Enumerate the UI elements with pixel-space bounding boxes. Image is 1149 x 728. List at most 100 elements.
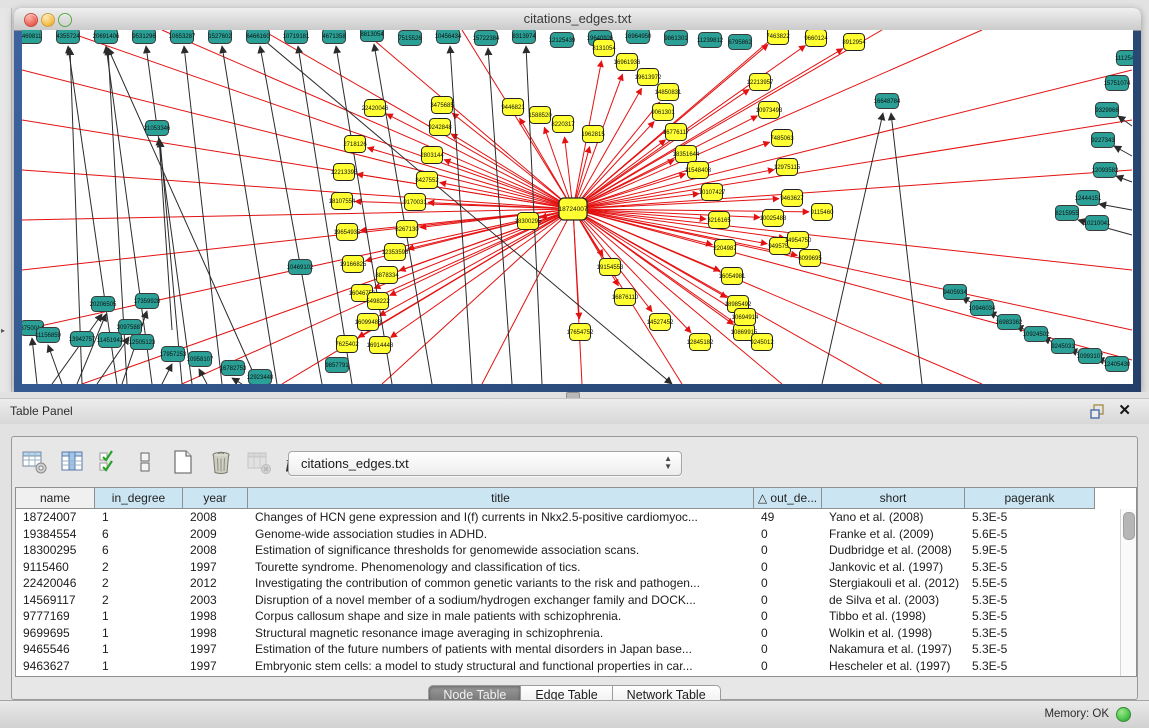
cited-node[interactable]: 9115460	[811, 204, 835, 221]
table-row[interactable]: 1830029562008Estimation of significance …	[16, 542, 1121, 559]
scrollbar-thumb[interactable]	[1123, 512, 1135, 540]
cited-node[interactable]: 18107554	[329, 193, 356, 210]
citation-node[interactable]: 20206505	[90, 297, 117, 312]
citation-node[interactable]: 17359928	[134, 294, 161, 309]
citation-node[interactable]: 21053346	[144, 121, 171, 136]
table-row[interactable]: 946554611997Estimation of the future num…	[16, 641, 1121, 658]
column-header-name[interactable]: name	[16, 488, 95, 509]
citation-node[interactable]: 8813054	[360, 30, 384, 42]
citation-node[interactable]: 10210041	[1084, 216, 1111, 231]
citation-node[interactable]: 30975887	[117, 320, 144, 335]
cited-node[interactable]: 12213957	[747, 74, 774, 91]
cited-node[interactable]: 19166825	[340, 256, 367, 273]
cited-node[interactable]: 8267130	[395, 221, 419, 238]
citation-node[interactable]: 6466160	[246, 30, 270, 44]
cited-node[interactable]: 9170031	[403, 194, 427, 211]
citation-node[interactable]: 9227343	[1091, 133, 1115, 148]
table-row[interactable]: 1872400712008Changes of HCN gene express…	[16, 509, 1121, 526]
citation-node[interactable]: 6795862	[728, 35, 752, 50]
select-columns-icon[interactable]	[60, 449, 86, 475]
cited-node[interactable]: 17654752	[567, 324, 594, 341]
citation-node[interactable]: 9857791	[325, 358, 349, 373]
citation-node[interactable]: 16782753	[220, 361, 247, 376]
column-header-in_degree[interactable]: in_degree	[95, 488, 183, 509]
cited-node[interactable]: 10025488	[760, 210, 787, 227]
cited-node[interactable]: 12353593	[382, 244, 409, 261]
citation-node[interactable]: 4355724	[56, 30, 80, 44]
cited-node[interactable]: 1962815	[581, 126, 605, 143]
citation-node[interactable]: 9329966	[1095, 103, 1119, 118]
cited-node[interactable]: 16054981	[719, 268, 746, 285]
citation-node[interactable]: 11451942	[97, 333, 124, 348]
cited-node[interactable]: 8427552	[415, 172, 439, 189]
citation-node[interactable]: 9861301	[664, 31, 688, 46]
citation-node[interactable]: 11125439	[1115, 51, 1133, 66]
citation-node[interactable]: 10653287	[169, 30, 196, 44]
cited-node[interactable]: 7463822	[766, 30, 790, 45]
citation-node[interactable]: 15751074	[1104, 76, 1131, 91]
citation-node[interactable]: 16648784	[874, 94, 901, 109]
citation-node[interactable]: 13942757	[69, 332, 96, 347]
table-row[interactable]: 969969511998Structural magnetic resonanc…	[16, 625, 1121, 642]
citation-node[interactable]: 8215955	[1055, 206, 1079, 221]
citation-node[interactable]: 8313974	[512, 30, 536, 44]
citation-node[interactable]: 12405430	[1104, 357, 1131, 372]
cited-node[interactable]: 12975115	[774, 159, 801, 176]
cited-node[interactable]: 16876110	[612, 289, 639, 306]
citation-node[interactable]: 10924502	[1023, 327, 1050, 342]
cited-node[interactable]: 7625402	[335, 336, 359, 353]
trash-icon[interactable]	[208, 449, 234, 475]
cited-node[interactable]: 19654935	[334, 224, 361, 241]
cited-node[interactable]: 9446821	[501, 99, 525, 116]
table-vertical-scrollbar[interactable]	[1120, 509, 1136, 676]
cited-node[interactable]: 5498222	[366, 293, 390, 310]
citation-node[interactable]: 9531296	[132, 30, 156, 44]
citation-node[interactable]: 12923448	[247, 370, 274, 385]
table-row[interactable]: 946362711997Embryonic stem cells: a mode…	[16, 658, 1121, 675]
citation-node[interactable]: 11156859	[35, 328, 61, 343]
column-header-title[interactable]: title	[248, 488, 754, 509]
citation-node[interactable]: 12093582	[1092, 163, 1119, 178]
cited-node[interactable]: 18351644	[673, 146, 700, 163]
citation-node[interactable]: 10993107	[1077, 349, 1104, 364]
cited-node[interactable]: 8912954	[842, 34, 866, 51]
cited-node[interactable]: 3475685	[430, 97, 454, 114]
cited-node[interactable]: 14954750	[785, 232, 812, 249]
cited-node[interactable]: 10694914	[732, 309, 759, 326]
citation-node[interactable]: 10958107	[187, 352, 214, 367]
table-row[interactable]: 2242004622012Investigating the contribut…	[16, 575, 1121, 592]
table-select-dropdown[interactable]: citations_edges.txt ▲▼	[288, 451, 682, 476]
cited-node[interactable]: 10973493	[756, 102, 783, 119]
column-header-pagerank[interactable]: pagerank	[965, 488, 1095, 509]
cited-node[interactable]: 2803144	[420, 147, 444, 164]
cited-node[interactable]: 2718126	[343, 136, 367, 153]
float-panel-icon[interactable]	[1090, 404, 1105, 419]
citation-node[interactable]: 16983362	[996, 315, 1023, 330]
cited-node[interactable]: 9463627	[780, 190, 804, 207]
cited-node[interactable]: 9242848	[428, 119, 452, 136]
left-collapse-rail[interactable]: ▸	[0, 8, 12, 392]
cited-node[interactable]: 16776117	[663, 124, 690, 141]
cited-node[interactable]: 9061301	[651, 104, 675, 121]
citation-node[interactable]: 12444151	[1075, 191, 1102, 206]
cited-node[interactable]: 12213393	[331, 164, 358, 181]
memory-ok-indicator[interactable]	[1116, 707, 1131, 722]
table-settings-icon[interactable]	[22, 449, 48, 475]
cited-node[interactable]: 7485063	[770, 130, 794, 147]
citation-node[interactable]: 16964950	[625, 30, 652, 44]
cited-node[interactable]: 10107427	[699, 184, 726, 201]
cited-node[interactable]: 22420046	[362, 100, 389, 117]
column-header-short[interactable]: short	[822, 488, 965, 509]
cited-node[interactable]: 16914448	[367, 337, 394, 354]
cited-node[interactable]: 1588520	[528, 107, 552, 124]
table-row[interactable]: 1456911722003Disruption of a novel membe…	[16, 592, 1121, 609]
citation-node[interactable]: 20691406	[93, 30, 120, 44]
citation-node[interactable]: 10456434	[435, 30, 462, 44]
cited-node[interactable]: 12845182	[687, 334, 714, 351]
citation-node[interactable]: 2469811	[22, 30, 42, 44]
cited-node[interactable]: 9245012	[750, 334, 774, 351]
citation-node[interactable]: 12125439	[549, 33, 576, 48]
citation-node[interactable]: 10469102	[287, 260, 314, 275]
cited-node[interactable]: 8099695	[798, 250, 822, 267]
citation-node[interactable]: 15722384	[473, 31, 500, 46]
